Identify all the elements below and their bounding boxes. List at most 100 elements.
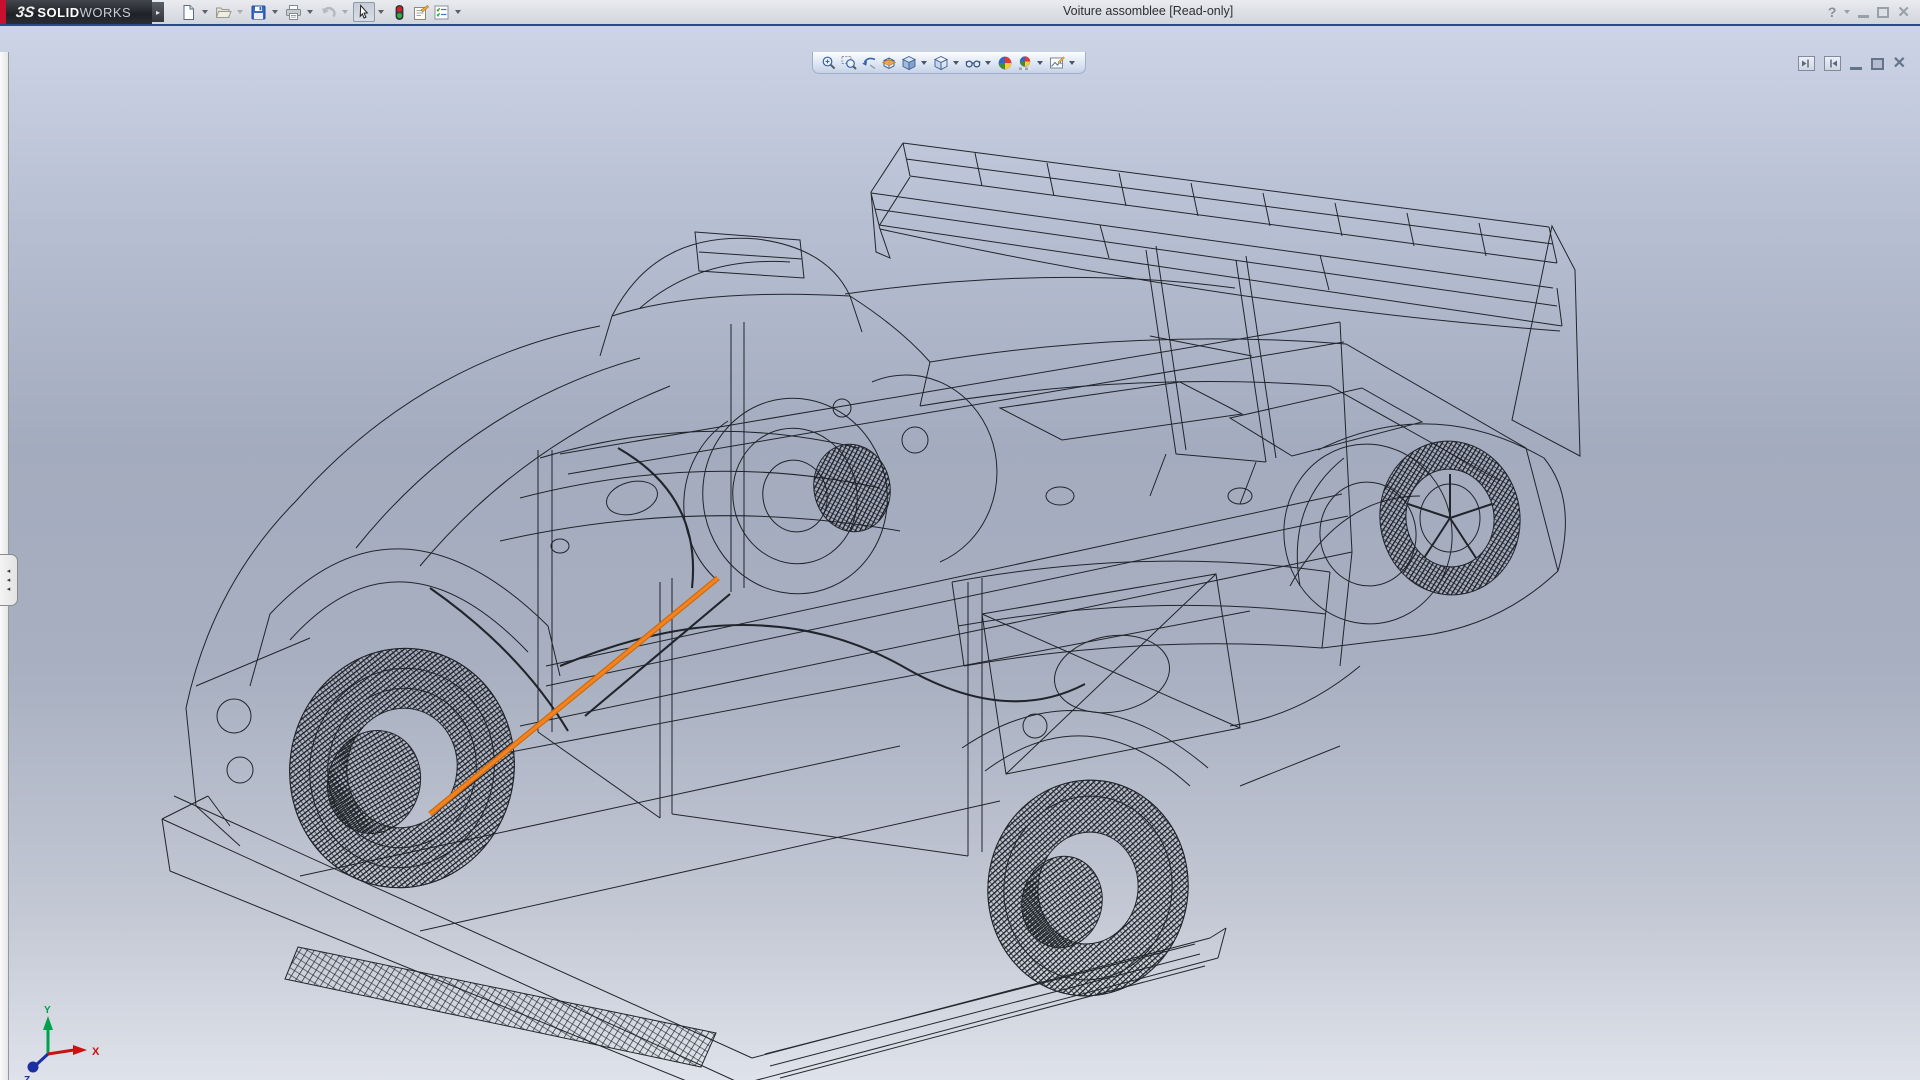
restore-document-icon[interactable] <box>1871 58 1884 70</box>
title-bar: 3S SOLIDWORKS ▸ <box>0 0 1920 24</box>
chassis-frame <box>500 322 1352 856</box>
thick-edges <box>430 448 1085 731</box>
collapse-pane-left-button[interactable] <box>1798 56 1815 71</box>
zoom-to-area-button[interactable] <box>839 53 859 73</box>
zoom-to-area-icon <box>841 55 857 71</box>
print-icon <box>285 4 302 21</box>
display-style-dropdown-icon[interactable] <box>953 61 959 65</box>
save-button[interactable] <box>248 2 269 22</box>
apply-scene-dropdown-icon[interactable] <box>1037 61 1043 65</box>
main-toolbar <box>178 1 466 23</box>
orientation-triad: Y X Z <box>14 1001 124 1080</box>
help-button[interactable]: ? <box>1828 4 1837 20</box>
previous-view-icon <box>861 55 877 71</box>
display-style-button[interactable] <box>931 53 951 73</box>
zoom-to-fit-button[interactable] <box>819 53 839 73</box>
collapse-arrow-icon: ◂ <box>7 586 11 593</box>
wheel-front-left <box>267 627 536 908</box>
collapse-pane-right-icon <box>1827 59 1838 68</box>
save-dropdown-icon[interactable] <box>272 10 278 14</box>
print-button[interactable] <box>283 2 304 22</box>
new-document-button[interactable] <box>178 2 199 22</box>
open-button[interactable] <box>213 2 234 22</box>
z-axis-ball <box>28 1062 39 1073</box>
menu-expand-button[interactable]: ▸ <box>152 2 164 22</box>
close-window-icon[interactable]: ✕ <box>1897 5 1910 20</box>
rebuild-button[interactable] <box>389 2 410 22</box>
hide-show-items-dropdown-icon[interactable] <box>985 61 991 65</box>
previous-view-button[interactable] <box>859 53 879 73</box>
y-axis-label: Y <box>44 1005 51 1016</box>
x-axis-arrowhead <box>73 1045 87 1055</box>
y-axis-arrowhead <box>43 1016 53 1030</box>
view-settings-icon <box>1049 55 1065 71</box>
zoom-to-fit-icon <box>821 55 837 71</box>
appearance-ball-icon <box>997 55 1013 71</box>
cockpit-canopy <box>600 232 1235 362</box>
car-wireframe <box>162 143 1580 1080</box>
x-axis-label: X <box>92 1046 100 1058</box>
document-title: Voiture assomblee [Read-only] <box>1063 4 1233 18</box>
logo-3s-mark: 3S <box>15 4 36 21</box>
help-dropdown-icon[interactable] <box>1844 10 1850 14</box>
options-button[interactable] <box>431 2 452 22</box>
open-dropdown-icon[interactable] <box>237 10 243 14</box>
rebuild-traffic-light-icon <box>391 4 408 21</box>
floor-splitter <box>162 746 1226 1080</box>
close-document-icon[interactable]: ✕ <box>1893 56 1906 71</box>
window-controls: ? ✕ <box>1828 2 1910 22</box>
view-orientation-icon <box>901 55 917 71</box>
selected-edge <box>430 578 718 814</box>
undo-icon <box>320 4 337 21</box>
view-settings-dropdown-icon[interactable] <box>1069 61 1075 65</box>
file-properties-note-icon <box>412 4 429 21</box>
z-axis-label: Z <box>24 1075 30 1080</box>
new-document-icon <box>180 4 197 21</box>
minimize-document-icon[interactable] <box>1850 67 1862 70</box>
section-view-icon <box>881 55 897 71</box>
collapse-arrow-icon: ◂ <box>7 568 11 575</box>
options-dropdown-icon[interactable] <box>455 10 461 14</box>
minimize-window-icon[interactable] <box>1858 15 1869 18</box>
brand-solid: SOLID <box>37 5 79 20</box>
x-axis <box>48 1050 74 1054</box>
options-checklist-icon <box>433 4 450 21</box>
collapse-pane-right-button[interactable] <box>1824 56 1841 71</box>
restore-window-icon[interactable] <box>1877 7 1889 18</box>
heads-up-view-toolbar <box>812 52 1086 74</box>
view-orientation-button[interactable] <box>899 53 919 73</box>
document-window-controls: ✕ <box>1798 56 1906 71</box>
open-folder-icon <box>215 4 232 21</box>
file-properties-button[interactable] <box>410 2 431 22</box>
collapse-pane-left-icon <box>1801 59 1812 68</box>
undo-button[interactable] <box>318 2 339 22</box>
feature-manager-expand-tab[interactable]: ◂ ◂ ◂ <box>0 554 18 606</box>
solidworks-app-window: { "titlebar": { "brand": { "prefix": "3S… <box>0 0 1920 1080</box>
collapse-arrow-icon: ◂ <box>7 577 11 584</box>
wheel-rear-right <box>1272 432 1530 635</box>
mechanical-details <box>217 399 1252 783</box>
brand-works: WORKS <box>80 5 132 20</box>
graphics-viewport[interactable]: ✕ ◂ ◂ ◂ Y X Z *Dimetric <box>0 26 1920 1080</box>
view-orientation-dropdown-icon[interactable] <box>921 61 927 65</box>
edit-appearance-button[interactable] <box>995 53 1015 73</box>
print-dropdown-icon[interactable] <box>307 10 313 14</box>
hide-show-items-button[interactable] <box>963 53 983 73</box>
apply-scene-icon <box>1017 55 1033 71</box>
front-grille <box>285 947 716 1067</box>
select-button[interactable] <box>353 2 375 22</box>
view-settings-button[interactable] <box>1047 53 1067 73</box>
wheel-front-right <box>684 375 997 611</box>
logo-red-accent <box>0 0 6 24</box>
rear-wing <box>871 143 1580 504</box>
undo-dropdown-icon[interactable] <box>342 10 348 14</box>
section-view-button[interactable] <box>879 53 899 73</box>
select-cursor-icon <box>356 4 372 20</box>
window-border-line <box>0 24 1920 26</box>
solidworks-logo: 3S SOLIDWORKS <box>0 0 152 24</box>
apply-scene-button[interactable] <box>1015 53 1035 73</box>
new-dropdown-icon[interactable] <box>202 10 208 14</box>
select-dropdown-icon[interactable] <box>378 10 384 14</box>
wheel-rear-left <box>974 767 1202 1009</box>
display-style-icon <box>933 55 949 71</box>
